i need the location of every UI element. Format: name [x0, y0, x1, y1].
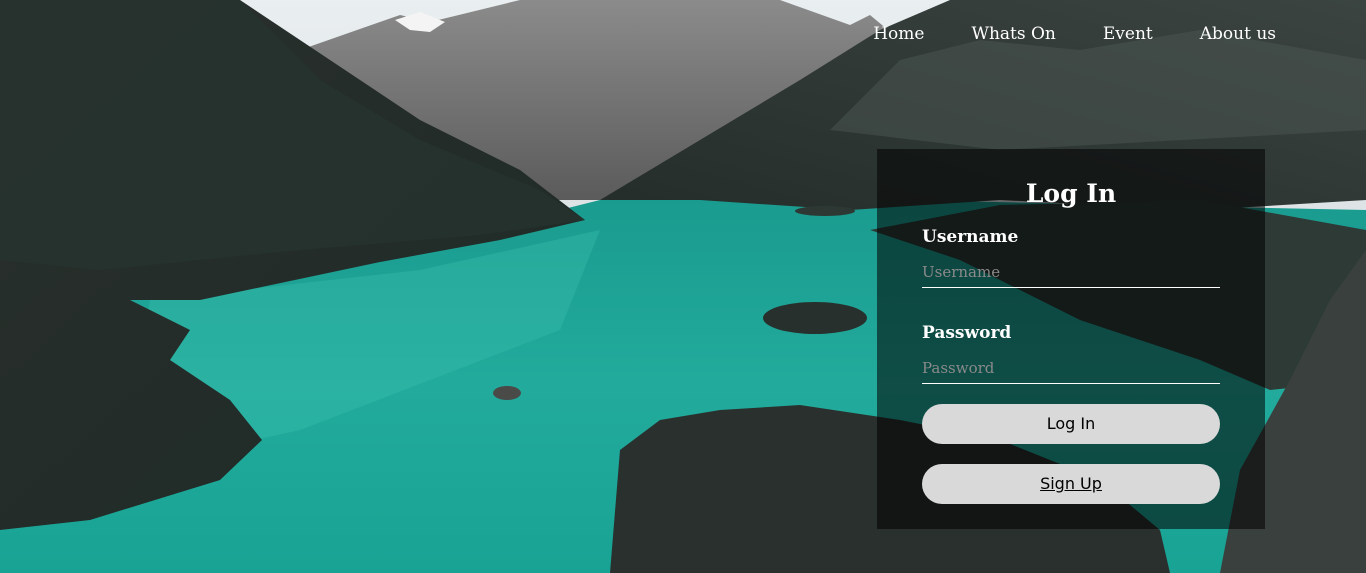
nav-about-us-link[interactable]: About us [1200, 24, 1276, 44]
nav-event-link[interactable]: Event [1103, 24, 1153, 44]
login-title: Log In [1025, 179, 1117, 208]
password-label: Password [922, 323, 1012, 343]
signup-button[interactable]: Sign Up [922, 464, 1220, 504]
login-button[interactable]: Log In [922, 404, 1220, 444]
main-nav: Home Whats On Event About us [826, 24, 1276, 44]
nav-home-link[interactable]: Home [873, 24, 924, 44]
username-input[interactable] [922, 257, 1220, 288]
login-panel: Log In Username Password Log In Sign Up [877, 149, 1265, 529]
password-input[interactable] [922, 353, 1220, 384]
nav-whats-on-link[interactable]: Whats On [971, 24, 1055, 44]
username-label: Username [922, 227, 1019, 247]
